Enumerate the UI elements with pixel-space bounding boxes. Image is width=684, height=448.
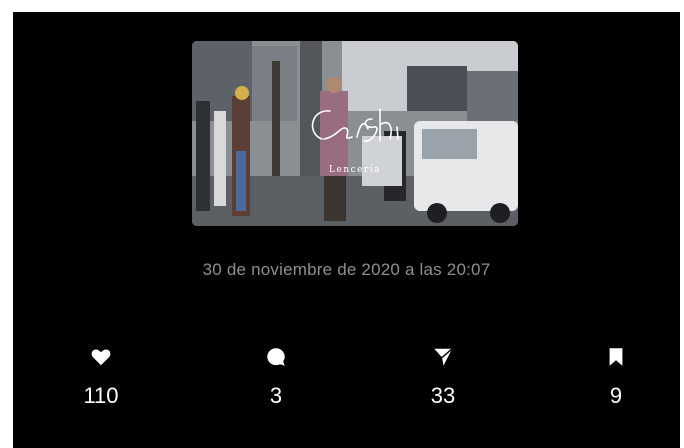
saves-stat[interactable]: 9 <box>566 346 666 408</box>
likes-count: 110 <box>83 383 119 408</box>
comment-bubble-icon <box>267 348 285 366</box>
post-timestamp: 30 de noviembre de 2020 a las 20:07 <box>202 260 491 279</box>
saves-count: 9 <box>609 383 623 408</box>
comments-stat[interactable]: 3 <box>226 346 326 408</box>
send-arrow-icon <box>434 348 453 366</box>
post-thumbnail[interactable]: Lencería <box>192 41 518 226</box>
brand-logo-subtext: Lencería <box>328 165 381 175</box>
heart-icon <box>91 349 111 366</box>
bookmark-icon <box>609 348 623 366</box>
shares-stat[interactable]: 33 <box>393 346 493 408</box>
post-insights-panel: Lencería 30 de noviembre de 2020 a las 2… <box>13 12 680 448</box>
comments-count: 3 <box>269 383 283 408</box>
brand-logo <box>311 108 399 142</box>
shares-count: 33 <box>430 383 456 408</box>
likes-stat[interactable]: 110 <box>51 346 151 408</box>
